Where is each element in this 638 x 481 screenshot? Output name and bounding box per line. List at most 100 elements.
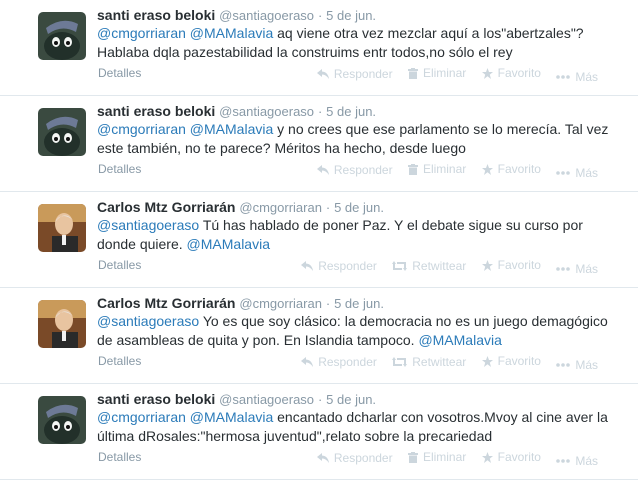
tweet-timeline: santi eraso beloki @santiagoeraso · 5 de… [0,0,638,481]
favorite-label: Favorito [497,258,541,272]
favorite-label: Favorito [497,162,541,176]
mention-link[interactable]: @cmgorriaran [97,25,186,41]
author-name[interactable]: Carlos Mtz Gorriarán [97,295,235,311]
more-dots-icon [556,362,571,367]
favorite-label: Favorito [497,66,541,80]
more-dots-icon [556,170,571,175]
details-link[interactable]: Detalles [98,354,141,368]
tweet-actions: Responder Retwittear Favorito Más [289,258,598,276]
tweet-item[interactable]: Carlos Mtz Gorriarán @cmgorriaran · 5 de… [0,288,638,384]
avatar[interactable] [38,12,86,60]
mention-link[interactable]: @MAMalavia [187,236,270,252]
mention-link[interactable]: @santiagoeraso [97,313,199,329]
reply-button[interactable]: Responder [316,450,393,465]
details-link[interactable]: Detalles [98,66,141,80]
tweet-date[interactable]: 5 de jun. [334,200,384,215]
favorite-label: Favorito [497,450,541,464]
reply-label: Responder [318,258,377,273]
star-icon [481,451,493,463]
reply-label: Responder [318,354,377,369]
details-link[interactable]: Detalles [98,258,141,272]
mention-link[interactable]: @cmgorriaran [97,409,186,425]
more-label: Más [575,357,598,372]
more-button[interactable]: Más [556,454,598,468]
separator-dot: · [317,8,323,23]
tweet-date[interactable]: 5 de jun. [326,104,376,119]
more-button[interactable]: Más [556,358,598,372]
mention-link[interactable]: @cmgorriaran [97,121,186,137]
more-label: Más [575,453,598,468]
reply-button[interactable]: Responder [301,355,377,369]
favorite-label: Favorito [497,354,541,368]
favorite-button[interactable]: Favorito [481,450,541,464]
tweet-item[interactable]: santi eraso beloki @santiagoeraso · 5 de… [0,0,638,96]
mention-link[interactable]: @MAMalavia [190,409,273,425]
tweet-item[interactable]: Carlos Mtz Gorriarán @cmgorriaran · 5 de… [0,192,638,288]
reply-icon [316,68,329,79]
tweet-item[interactable]: santi eraso beloki @santiagoeraso · 5 de… [0,384,638,480]
favorite-button[interactable]: Favorito [481,66,541,80]
mention-link[interactable]: @MAMalavia [418,332,501,348]
retweet-icon [392,260,408,271]
more-label: Más [575,69,598,84]
reply-button[interactable]: Responder [316,67,393,81]
author-name[interactable]: santi eraso beloki [97,7,215,23]
delete-button[interactable]: Eliminar [407,66,467,80]
separator-dot: · [317,104,323,119]
tweet-date[interactable]: 5 de jun. [334,296,384,311]
tweet-text: @cmgorriaran @MAMalavia y no crees que e… [97,120,617,158]
reply-label: Responder [333,450,393,465]
retweet-button[interactable]: Retwittear [392,259,466,273]
more-label: Más [575,261,598,276]
author-handle[interactable]: @santiagoeraso [219,104,314,119]
retweet-label: Retwittear [412,258,467,273]
author-name[interactable]: Carlos Mtz Gorriarán [97,199,235,215]
trash-icon [407,163,418,175]
tweet-date[interactable]: 5 de jun. [326,392,376,407]
avatar[interactable] [38,108,86,156]
favorite-button[interactable]: Favorito [481,162,541,176]
delete-button[interactable]: Eliminar [407,450,467,464]
author-name[interactable]: santi eraso beloki [97,391,215,407]
separator-dot: · [325,296,331,311]
delete-button[interactable]: Eliminar [407,162,466,176]
tweet-header: santi eraso beloki @santiagoeraso · 5 de… [97,102,376,121]
retweet-icon [392,356,408,367]
separator-dot: · [325,200,331,215]
reply-button[interactable]: Responder [316,163,393,177]
author-handle[interactable]: @cmgorriaran [239,200,322,215]
more-dots-icon [556,74,571,79]
reply-button[interactable]: Responder [301,259,377,273]
tweet-item[interactable]: santi eraso beloki @santiagoeraso · 5 de… [0,96,638,192]
trash-icon [407,67,418,79]
tweet-actions: Responder Eliminar Favorito Más [305,162,598,180]
more-dots-icon [556,266,571,271]
favorite-button[interactable]: Favorito [481,354,541,368]
tweet-text: @cmgorriaran @MAMalavia aq viene otra ve… [97,24,617,62]
favorite-button[interactable]: Favorito [481,258,541,272]
tweet-header: santi eraso beloki @santiagoeraso · 5 de… [97,6,376,25]
delete-label: Eliminar [422,450,467,464]
more-button[interactable]: Más [556,262,598,276]
tweet-date[interactable]: 5 de jun. [326,8,376,23]
more-button[interactable]: Más [556,70,598,84]
avatar[interactable] [38,396,86,444]
reply-icon [316,452,329,463]
more-button[interactable]: Más [556,166,598,180]
avatar[interactable] [38,204,86,252]
details-link[interactable]: Detalles [98,162,141,176]
author-handle[interactable]: @santiagoeraso [219,392,314,407]
delete-label: Eliminar [422,66,467,80]
author-name[interactable]: santi eraso beloki [97,103,215,119]
tweet-text: @cmgorriaran @MAMalavia encantado dcharl… [97,408,617,446]
details-link[interactable]: Detalles [98,450,141,464]
mention-link[interactable]: @MAMalavia [190,121,273,137]
author-handle[interactable]: @santiagoeraso [219,8,314,23]
mention-link[interactable]: @MAMalavia [190,25,273,41]
reply-icon [301,356,314,367]
retweet-button[interactable]: Retwittear [392,355,466,369]
avatar[interactable] [38,300,86,348]
tweet-text: @santiagoeraso Tú has hablado de poner P… [97,216,617,254]
author-handle[interactable]: @cmgorriaran [239,296,322,311]
mention-link[interactable]: @santiagoeraso [97,217,199,233]
